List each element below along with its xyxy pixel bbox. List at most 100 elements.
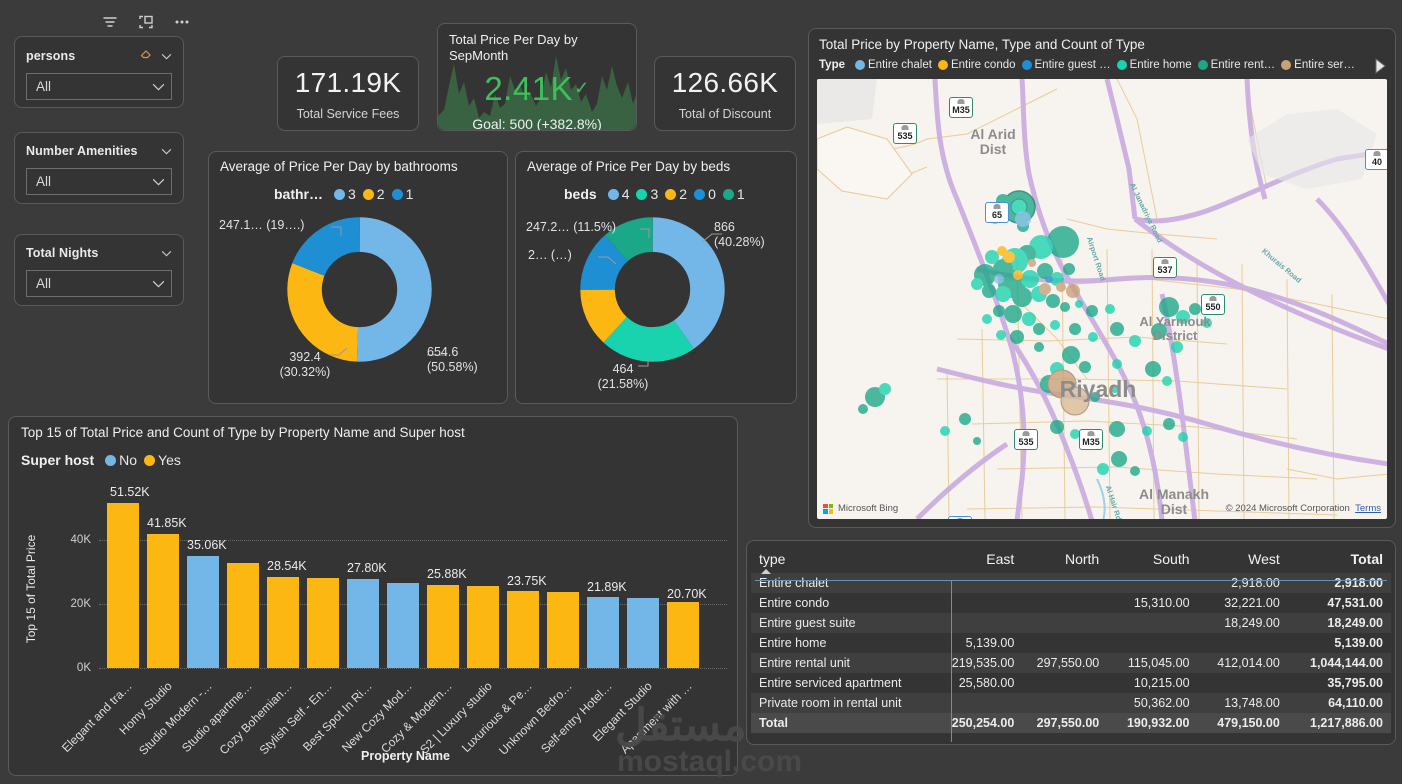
donut-chart-bathrooms[interactable]: Average of Price Per Day by bathrooms ba… <box>208 151 508 404</box>
focus-mode-icon[interactable] <box>136 12 156 32</box>
card-total-of-discount[interactable]: 126.66K Total of Discount <box>654 56 796 131</box>
table-row[interactable]: Entire chalet 2,918.00 2,918.00 <box>751 573 1391 593</box>
table-row[interactable]: Entire rental unit 219,535.00 297,550.00… <box>751 653 1391 673</box>
legend-item[interactable]: Entire rent… <box>1197 59 1275 71</box>
cell-total: 5,139.00 <box>1334 636 1383 650</box>
map-canvas[interactable]: Al Arid Dist Al Yarmouk District Riyadh Al… <box>817 79 1387 519</box>
bar-data-label: 41.85K <box>147 516 187 530</box>
slicer-title: Total Nights <box>26 246 99 260</box>
slicer-header: Number Amenities <box>15 133 183 164</box>
matrix-table: type East North South West Total Entire … <box>751 547 1391 733</box>
cell-north: 297,550.00 <box>1022 713 1108 733</box>
slicer-number-amenities[interactable]: Number Amenities All <box>14 132 184 204</box>
map-terms-link[interactable]: Terms <box>1355 503 1381 514</box>
column-header-west[interactable]: West <box>1198 547 1288 573</box>
cell-west <box>1198 673 1288 693</box>
bar-13[interactable] <box>627 598 659 668</box>
cell-north <box>1022 613 1108 633</box>
column-header-east[interactable]: East <box>937 547 1022 573</box>
y-tick-label: 20K <box>70 598 91 610</box>
bar-chart-top15[interactable]: Top 15 of Total Price and Count of Type … <box>8 416 738 776</box>
slicer-title: Number Amenities <box>26 144 138 158</box>
bar-14[interactable] <box>667 602 699 668</box>
slicer-dropdown-number-amenities[interactable]: All <box>26 168 172 195</box>
table-row[interactable]: Entire home 5,139.00 5,139.00 <box>751 633 1391 653</box>
sort-ascending-icon <box>761 569 771 574</box>
donut-data-label: 654.6 (50.58%) <box>427 345 478 374</box>
bar-data-label: 21.89K <box>587 580 627 594</box>
slicer-dropdown-persons[interactable]: All <box>26 73 172 100</box>
slicer-persons[interactable]: persons All <box>14 36 184 108</box>
map-shield-m35b: M35 <box>1079 429 1103 450</box>
bar-0[interactable] <box>107 503 139 668</box>
bar-10[interactable] <box>507 591 539 668</box>
bar-data-label: 28.54K <box>267 559 307 573</box>
column-separator <box>951 581 952 742</box>
bar-data-label: 27.80K <box>347 561 387 575</box>
bar-5[interactable] <box>307 578 339 668</box>
bar-12[interactable] <box>587 597 619 668</box>
bar-9[interactable] <box>467 586 499 668</box>
bar-1[interactable] <box>147 534 179 668</box>
legend-item[interactable]: Entire ser… <box>1281 59 1355 71</box>
slicer-dropdown-total-nights[interactable]: All <box>26 270 172 297</box>
chevron-down-icon <box>152 280 165 288</box>
cell-south <box>1107 573 1198 593</box>
table-row[interactable]: Entire serviced apartment 25,580.00 10,2… <box>751 673 1391 693</box>
legend-item[interactable]: Entire guest … <box>1021 59 1111 71</box>
cell-type: Entire serviced apartment <box>759 676 902 690</box>
bar-11[interactable] <box>547 592 579 668</box>
cell-type: Total <box>751 713 938 733</box>
filter-icon[interactable] <box>100 12 120 32</box>
map-bubbles[interactable] <box>817 79 1387 519</box>
donut-leader-lines <box>598 228 722 367</box>
bar-4[interactable] <box>267 577 299 668</box>
chevron-down-icon[interactable] <box>161 47 172 65</box>
table-row[interactable]: Entire condo 15,310.00 32,221.00 47,531.… <box>751 593 1391 613</box>
bar-6[interactable] <box>347 579 379 668</box>
bar-8[interactable] <box>427 585 459 668</box>
slicer-total-nights[interactable]: Total Nights All <box>14 234 184 306</box>
card-total-service-fees[interactable]: 171.19K Total Service Fees <box>277 56 419 131</box>
table-row[interactable]: Private room in rental unit 50,362.00 13… <box>751 693 1391 713</box>
bar-data-label: 25.88K <box>427 567 467 581</box>
bar-data-label: 51.52K <box>110 485 150 499</box>
y-tick-label: 0K <box>76 662 91 674</box>
bar-7[interactable] <box>387 583 419 668</box>
cell-south: 10,215.00 <box>1133 676 1190 690</box>
cell-south <box>1107 633 1197 653</box>
cell-west: 18,249.00 <box>1197 613 1288 633</box>
legend-item[interactable]: Entire home <box>1116 59 1192 71</box>
bar-3[interactable] <box>227 563 259 668</box>
map-visual[interactable]: Total Price by Property Name, Type and C… <box>808 28 1396 528</box>
cell-total: 18,249.00 <box>1287 613 1391 633</box>
slicer-value: All <box>36 174 52 189</box>
donut-chart-beds[interactable]: Average of Price Per Day by beds beds 4 … <box>515 151 797 404</box>
kpi-total-price-per-day[interactable]: Total Price Per Day by SepMonth 2.41K✓ G… <box>437 23 637 131</box>
cell-type: Entire rental unit <box>751 653 938 673</box>
column-header-type[interactable]: type <box>751 547 937 574</box>
slicer-header: Total Nights <box>15 235 183 266</box>
chevron-down-icon[interactable] <box>161 244 172 262</box>
legend-item[interactable]: Entire condo <box>937 59 1016 71</box>
cell-north <box>1022 573 1108 593</box>
chevron-down-icon[interactable] <box>161 142 172 160</box>
table-row-grand-total[interactable]: Total 250,254.00 297,550.00 190,932.00 4… <box>751 713 1391 733</box>
column-header-south[interactable]: South <box>1107 547 1197 573</box>
bar-data-label: 23.75K <box>507 574 547 588</box>
cell-north: 297,550.00 <box>1022 653 1108 673</box>
column-header-north[interactable]: North <box>1022 547 1107 573</box>
more-options-icon[interactable] <box>172 12 192 32</box>
matrix-visual[interactable]: type East North South West Total Entire … <box>746 540 1396 745</box>
legend-item[interactable]: Entire chalet <box>855 59 932 71</box>
donut-data-label: 2… (…) <box>528 248 572 262</box>
table-header-row: type East North South West Total <box>751 547 1391 574</box>
column-header-total[interactable]: Total <box>1288 547 1391 573</box>
eraser-icon[interactable] <box>139 46 153 65</box>
x-axis-title: Property Name <box>361 749 450 763</box>
table-row[interactable]: Entire guest suite 18,249.00 18,249.00 <box>751 613 1391 633</box>
cell-south <box>1107 613 1198 633</box>
bar-2[interactable] <box>187 556 219 668</box>
map-shield-535b: 535 <box>1014 429 1038 450</box>
legend-next-arrow-icon[interactable] <box>1373 57 1387 75</box>
